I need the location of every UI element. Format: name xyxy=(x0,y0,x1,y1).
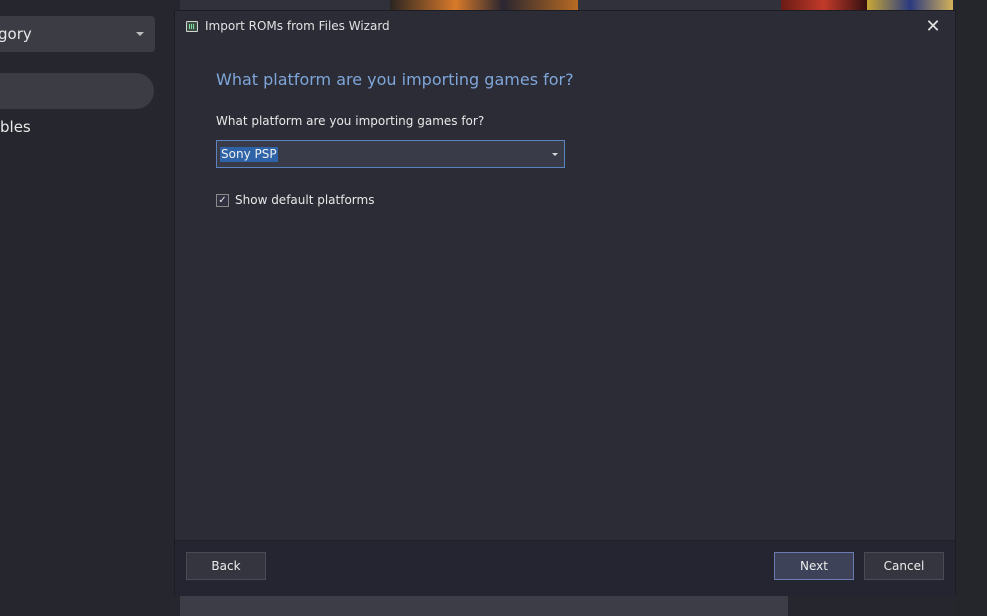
chevron-down-icon xyxy=(136,32,144,36)
dialog-titlebar[interactable]: Import ROMs from Files Wizard ✕ xyxy=(175,11,955,43)
background-sidebar: gory bles xyxy=(0,0,175,616)
show-default-platforms-checkbox[interactable]: ✓ xyxy=(216,193,229,207)
cancel-button[interactable]: Cancel xyxy=(864,552,944,580)
show-default-platforms-row[interactable]: ✓ Show default platforms xyxy=(216,193,374,207)
page-heading: What platform are you importing games fo… xyxy=(216,70,574,89)
check-icon: ✓ xyxy=(218,194,227,206)
dropdown-arrow-icon xyxy=(552,153,558,156)
next-button[interactable]: Next xyxy=(774,552,854,580)
category-dropdown-label: gory xyxy=(0,25,32,43)
close-icon[interactable]: ✕ xyxy=(923,17,943,37)
background-right-strip xyxy=(955,0,987,616)
platform-select[interactable]: Sony PSP xyxy=(216,140,565,168)
platform-select-value: Sony PSP xyxy=(220,147,278,162)
import-wizard-dialog: Import ROMs from Files Wizard ✕ What pla… xyxy=(175,11,955,596)
category-dropdown[interactable]: gory xyxy=(0,16,155,52)
back-button[interactable]: Back xyxy=(186,552,266,580)
sidebar-item-selected[interactable] xyxy=(0,73,154,109)
dialog-title: Import ROMs from Files Wizard xyxy=(205,19,390,33)
platform-field-label: What platform are you importing games fo… xyxy=(216,114,485,128)
dialog-footer: Back Next Cancel xyxy=(175,540,955,596)
show-default-platforms-label[interactable]: Show default platforms xyxy=(235,193,374,207)
sidebar-item-consoles[interactable]: bles xyxy=(0,118,31,136)
app-icon xyxy=(186,21,198,32)
